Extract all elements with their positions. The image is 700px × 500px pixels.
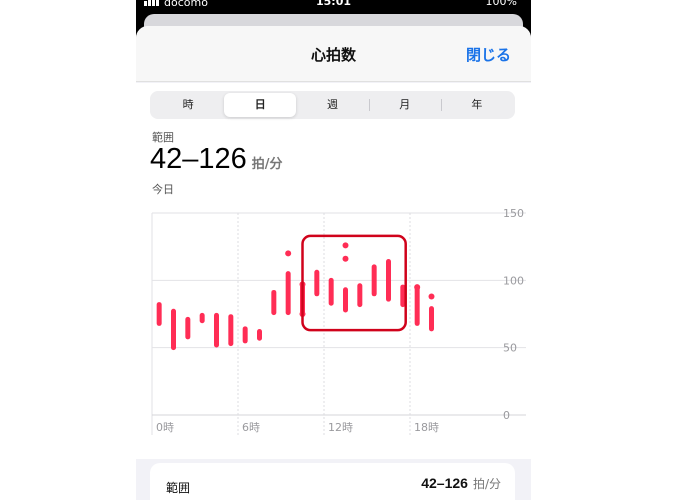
battery-percent: 100% — [485, 0, 517, 8]
range-summary-card[interactable]: 範囲 42–126 拍/分 — [150, 463, 515, 500]
close-button[interactable]: 閉じる — [466, 44, 511, 65]
data-point — [428, 293, 435, 300]
y-tick-label: 0 — [503, 409, 510, 422]
summary-value-group: 42–126 拍/分 — [421, 475, 501, 492]
x-tick-label: 6時 — [242, 421, 260, 434]
range-unit: 拍/分 — [251, 157, 283, 172]
y-tick-label: 50 — [503, 342, 517, 355]
data-point — [285, 250, 292, 257]
range-value: 42–126 — [150, 143, 247, 175]
segment-day[interactable]: 日 — [224, 93, 297, 117]
status-time: 15:01 — [315, 0, 351, 8]
phone-screen: docomo 15:01 100% 心拍数 閉じる 時 日 週 月 年 範囲 4… — [136, 0, 531, 500]
x-tick-label: 18時 — [414, 421, 439, 434]
period-segmented-control: 時 日 週 月 年 — [150, 91, 515, 119]
heart-rate-chart[interactable]: 0 50 100 150 0時 6時 12時 18時 — [136, 207, 531, 439]
summary-value: 42–126 — [421, 475, 468, 491]
summary-label: 範囲 — [166, 481, 191, 495]
x-tick-label: 0時 — [156, 421, 174, 434]
segment-week[interactable]: 週 — [296, 93, 368, 117]
content-area: 時 日 週 月 年 範囲 42–126 拍/分 今日 0 50 100 150 0時 6時… — [136, 83, 531, 459]
y-tick-label: 150 — [503, 207, 524, 220]
segment-hour[interactable]: 時 — [152, 93, 224, 117]
nav-bar: 心拍数 閉じる — [136, 26, 531, 82]
data-point — [414, 284, 421, 291]
y-tick-label: 100 — [503, 274, 524, 287]
summary-unit: 拍/分 — [472, 477, 501, 491]
data-point — [342, 242, 349, 249]
range-row: 42–126 拍/分 — [150, 143, 283, 176]
segment-year[interactable]: 年 — [440, 93, 513, 117]
data-point — [342, 255, 349, 262]
segment-month[interactable]: 月 — [368, 93, 441, 117]
day-label: 今日 — [152, 183, 174, 196]
heart-rate-sheet: 心拍数 閉じる 時 日 週 月 年 範囲 42–126 拍/分 今日 0 50 10… — [136, 26, 531, 500]
x-tick-label: 12時 — [328, 421, 353, 434]
